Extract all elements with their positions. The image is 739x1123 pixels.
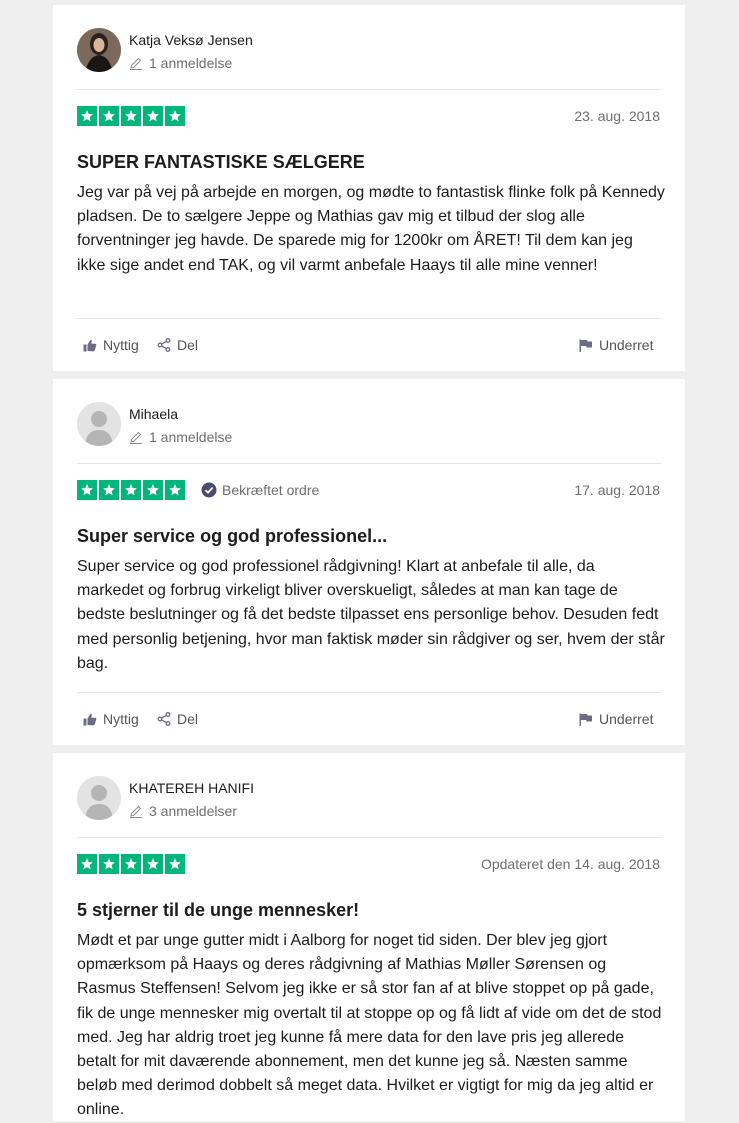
star-icon	[165, 106, 185, 126]
reviewer-name[interactable]: Katja Veksø Jensen	[129, 32, 253, 48]
verified-order-badge[interactable]: Bekræftet ordre	[201, 482, 319, 498]
pencil-icon	[130, 805, 142, 818]
star-rating	[77, 854, 185, 874]
reviewer-avatar[interactable]	[77, 402, 121, 446]
report-label: Underret	[599, 337, 654, 353]
divider	[77, 318, 661, 319]
star-rating	[77, 106, 185, 126]
reviewer-name[interactable]: KHATEREH HANIFI	[129, 780, 254, 796]
pencil-icon	[130, 57, 142, 70]
review-count[interactable]: 1 anmeldelse	[129, 55, 232, 71]
star-icon	[121, 106, 141, 126]
review-count-label: 1 anmeldelse	[149, 429, 233, 445]
review-date: Opdateret den 14. aug. 2018	[480, 856, 660, 872]
star-icon	[121, 480, 141, 500]
helpful-button[interactable]: Nyttig	[83, 337, 139, 353]
review-card: Katja Veksø Jensen 1 anmeldelse 23. aug.…	[53, 5, 685, 371]
share-label: Del	[177, 337, 199, 353]
review-body: Mødt et par unge gutter midt i Aalborg f…	[77, 932, 662, 1119]
pencil-icon	[130, 431, 142, 444]
share-icon	[157, 338, 171, 352]
star-rating	[77, 480, 185, 500]
share-button[interactable]: Del	[157, 711, 198, 727]
review-count[interactable]: 1 anmeldelse	[129, 429, 232, 445]
star-icon	[143, 480, 163, 500]
reviewer-avatar[interactable]	[77, 28, 121, 72]
review-card: KHATEREH HANIFI 3 anmeldelser Opdateret …	[53, 753, 685, 1121]
review-body: Super service og god professionel rådgiv…	[77, 558, 665, 672]
review-date: 17. aug. 2018	[574, 482, 660, 498]
star-icon	[165, 480, 185, 500]
review-date: 23. aug. 2018	[574, 108, 660, 124]
review-count-label: 1 anmeldelse	[149, 55, 233, 71]
report-button[interactable]: Underret	[579, 711, 653, 727]
review-count[interactable]: 3 anmeldelser	[129, 803, 237, 819]
reviewer-avatar[interactable]	[77, 776, 121, 820]
divider	[77, 692, 661, 693]
thumbs-up-icon	[83, 713, 97, 725]
divider	[77, 837, 661, 838]
check-circle-icon	[201, 482, 217, 498]
review-count-label: 3 anmeldelser	[149, 803, 237, 819]
review-title[interactable]: Super service og god professionel...	[77, 526, 661, 547]
star-icon	[99, 480, 119, 500]
share-label: Del	[177, 711, 199, 727]
divider	[77, 89, 661, 90]
star-icon	[165, 854, 185, 874]
share-icon	[157, 712, 171, 726]
star-icon	[143, 106, 163, 126]
star-icon	[121, 854, 141, 874]
divider	[77, 463, 661, 464]
review-title[interactable]: 5 stjerner til de unge mennesker!	[77, 900, 661, 921]
review-title[interactable]: SUPER FANTASTISKE SÆLGERE	[77, 152, 661, 173]
flag-icon	[579, 339, 592, 352]
report-label: Underret	[599, 711, 654, 727]
helpful-label: Nyttig	[103, 711, 139, 727]
star-icon	[77, 480, 97, 500]
star-icon	[143, 854, 163, 874]
helpful-button[interactable]: Nyttig	[83, 711, 139, 727]
report-button[interactable]: Underret	[579, 337, 653, 353]
verified-label: Bekræftet ordre	[222, 482, 320, 498]
review-body: Jeg var på vej på arbejde en morgen, og …	[77, 184, 665, 274]
flag-icon	[579, 713, 592, 726]
default-avatar-icon	[77, 402, 121, 446]
default-avatar-icon	[77, 776, 121, 820]
helpful-label: Nyttig	[103, 337, 139, 353]
star-icon	[77, 854, 97, 874]
thumbs-up-icon	[83, 339, 97, 351]
star-icon	[77, 106, 97, 126]
share-button[interactable]: Del	[157, 337, 198, 353]
review-card: Mihaela 1 anmeldelse Bekræftet ordre 17.…	[53, 379, 685, 745]
star-icon	[99, 106, 119, 126]
star-icon	[99, 854, 119, 874]
reviewer-name[interactable]: Mihaela	[129, 406, 178, 422]
